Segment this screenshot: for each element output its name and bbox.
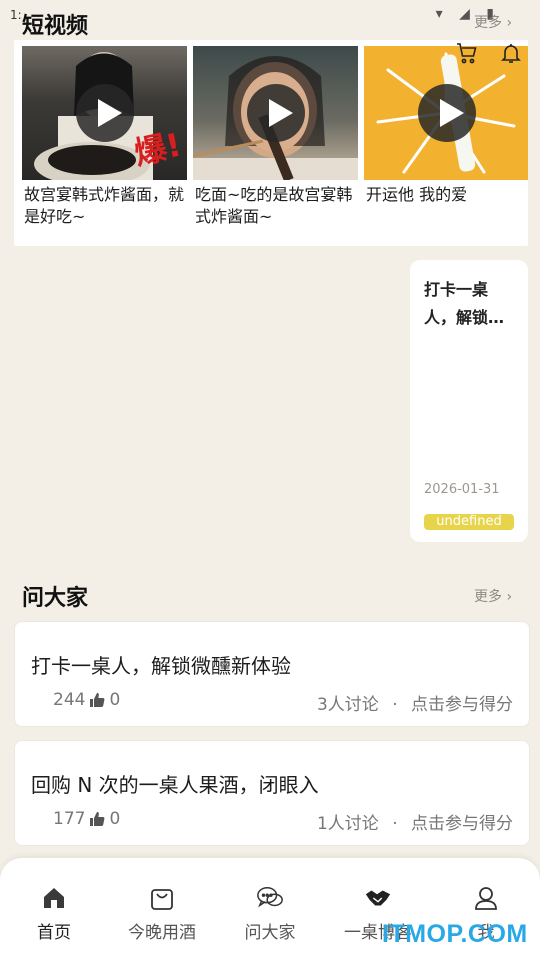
short-video-more-link[interactable]: 更多 ›: [474, 12, 512, 32]
thumbs-up-icon[interactable]: [89, 811, 105, 827]
participate-link[interactable]: 点击参与得分: [411, 814, 513, 834]
nav-label: 问大家: [244, 923, 296, 943]
cart-icon[interactable]: [454, 40, 480, 66]
question-title: 打卡一桌人，解锁微醺新体验: [31, 654, 291, 678]
video-title: 开运他 我的爱: [366, 185, 468, 204]
nav-item-ask[interactable]: 问大家: [216, 884, 324, 943]
home-icon: [40, 884, 68, 912]
video-card[interactable]: 吃面~吃的是故宫宴韩式炸酱面~: [193, 46, 358, 228]
badge-text: 爆!: [131, 125, 185, 173]
question-title: 回购 N 次的一桌人果酒，闭眼入: [31, 773, 319, 797]
video-card[interactable]: 爆! 故宫宴韩式炸酱面，就是好吃~: [22, 46, 187, 228]
chat-bubbles-icon: [256, 884, 284, 912]
article-card[interactable]: 打卡一桌人，解锁… 2026-01-31 undefined: [410, 260, 528, 542]
nav-item-tonight-wine[interactable]: 今晚用酒: [108, 884, 216, 943]
video-thumbnail: [193, 46, 358, 180]
question-stats: 177 0: [53, 809, 120, 829]
participate-link[interactable]: 点击参与得分: [411, 695, 513, 715]
more-label: 更多: [474, 589, 502, 605]
user-icon: [472, 884, 500, 912]
question-card[interactable]: 回购 N 次的一桌人果酒，闭眼入 177 0 1人讨论 · 点击参与得分: [14, 740, 530, 846]
discussion-count: 1人讨论: [316, 814, 379, 834]
video-thumbnail: [364, 46, 528, 180]
article-title: 打卡一桌人，解锁…: [424, 280, 505, 327]
chevron-right-icon: ›: [502, 15, 513, 31]
discussion-count: 3人讨论: [316, 695, 379, 715]
shopping-bag-icon: [148, 884, 176, 912]
video-thumbnail: 爆!: [22, 46, 187, 180]
watermark: ITMOP.COM: [382, 920, 528, 948]
separator: ·: [392, 695, 398, 715]
top-actions: [454, 40, 524, 66]
video-title: 吃面~吃的是故宫宴韩式炸酱面~: [195, 185, 353, 226]
thumbs-up-icon[interactable]: [89, 692, 105, 708]
separator: ·: [392, 814, 398, 834]
play-icon[interactable]: [246, 84, 305, 142]
ask-title: 问大家: [22, 586, 89, 611]
handshake-icon: [364, 884, 392, 912]
comments-count: 0: [109, 809, 121, 829]
nav-item-home[interactable]: 首页: [0, 884, 108, 943]
ask-more-link[interactable]: 更多 ›: [474, 586, 512, 606]
comments-count: 0: [109, 690, 121, 710]
question-card[interactable]: 打卡一桌人，解锁微醺新体验 244 0 3人讨论 · 点击参与得分: [14, 621, 530, 727]
article-date: 2026-01-31: [424, 482, 500, 497]
status-time: 1:: [10, 8, 22, 22]
likes-count: 244: [53, 690, 86, 710]
nav-label: 首页: [37, 923, 71, 943]
video-title: 故宫宴韩式炸酱面，就是好吃~: [24, 185, 185, 226]
bell-icon[interactable]: [498, 40, 524, 66]
video-card[interactable]: 开运他 我的爱: [364, 46, 528, 206]
chevron-right-icon: ›: [502, 589, 513, 605]
short-video-title: 短视频: [22, 14, 89, 39]
nav-label: 今晚用酒: [128, 923, 196, 943]
play-icon[interactable]: [417, 84, 476, 142]
question-stats: 244 0: [53, 690, 120, 710]
question-discussion[interactable]: 3人讨论 · 点击参与得分: [317, 690, 513, 715]
play-icon[interactable]: [75, 84, 134, 142]
likes-count: 177: [53, 809, 86, 829]
question-discussion[interactable]: 1人讨论 · 点击参与得分: [317, 809, 513, 834]
more-label: 更多: [474, 15, 502, 31]
short-video-carousel[interactable]: 爆! 故宫宴韩式炸酱面，就是好吃~ 吃面~吃的是故宫宴韩式炸酱面~ 开运他 我的…: [14, 40, 528, 246]
article-tag: undefined: [424, 514, 514, 530]
